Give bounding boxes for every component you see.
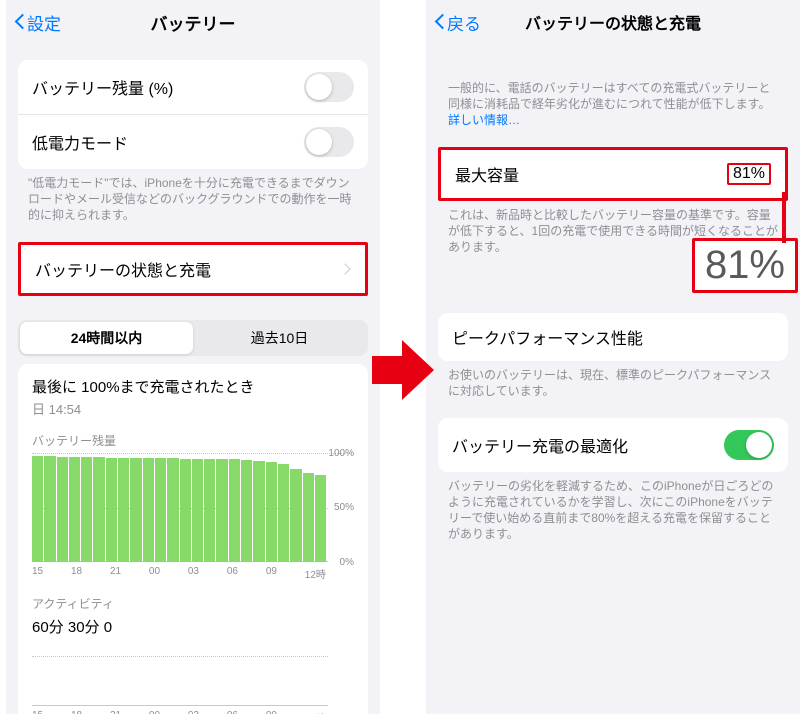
capacity-value: 81% [727, 163, 771, 185]
segment-10d[interactable]: 過去10日 [193, 322, 366, 354]
chevron-right-icon [343, 263, 351, 275]
row-label: 低電力モード [32, 130, 128, 154]
row-optimized-charging[interactable]: バッテリー充電の最適化 [438, 418, 788, 472]
chart-title-activity: アクティビティ [32, 595, 354, 612]
usage-card: 最後に 100%まで充電されたとき 日 14:54 バッテリー残量 100% 5… [18, 364, 368, 714]
ylabel: 0% [340, 557, 354, 568]
battery-health-screen: 戻る バッテリーの状態と充電 一般的に、電話のバッテリーはすべての充電式バッテリ… [426, 0, 800, 714]
battery-screen: 設定 バッテリー バッテリー残量 (%) 低電力モード "低電力モード"では、i… [6, 0, 380, 714]
intro-text: 一般的に、電話のバッテリーはすべての充電式バッテリーと同様に消耗品で経年劣化が進… [448, 80, 778, 129]
group-peak: ピークパフォーマンス性能 [438, 313, 788, 361]
back-button[interactable]: 戻る [434, 0, 481, 44]
chevron-left-icon [434, 13, 445, 31]
toggle-on-icon[interactable] [724, 430, 774, 460]
navbar: 戻る バッテリーの状態と充電 [426, 0, 800, 44]
ylabel: 100% [328, 448, 354, 459]
group-optimize: バッテリー充電の最適化 [438, 418, 788, 472]
row-battery-percent[interactable]: バッテリー残量 (%) [18, 60, 368, 114]
toggle-off-icon[interactable] [304, 127, 354, 157]
toggle-off-icon[interactable] [304, 72, 354, 102]
row-label: 最大容量 [455, 162, 519, 186]
row-label: バッテリーの状態と充電 [35, 257, 211, 281]
row-label: ピークパフォーマンス性能 [452, 325, 643, 349]
row-label: バッテリー充電の最適化 [452, 433, 628, 457]
chevron-left-icon [14, 13, 25, 31]
low-power-note: "低電力モード"では、iPhoneを十分に充電できるまでダウンロードやメール受信… [28, 175, 358, 224]
group-health-highlight: バッテリーの状態と充電 [18, 242, 368, 296]
last-charge-title: 最後に 100%まで充電されたとき [32, 376, 354, 397]
row-max-capacity: 最大容量 81% [441, 150, 785, 198]
xaxis: 1518210003060912時 [32, 566, 354, 581]
chart-title-battery: バッテリー残量 [32, 432, 354, 449]
group-basic: バッテリー残量 (%) 低電力モード [18, 60, 368, 169]
segment-24h[interactable]: 24時間以内 [20, 322, 193, 354]
back-label: 戻る [447, 10, 481, 35]
peak-note: お使いのバッテリーは、現在、標準のピークパフォーマンスに対応しています。 [448, 367, 778, 399]
overlay-capacity: 81% [692, 238, 798, 293]
page-title: バッテリーの状態と充電 [525, 10, 701, 34]
battery-level-chart: 100% 50% 0% [32, 453, 354, 562]
optimize-note: バッテリーの劣化を軽減するため、このiPhoneが日ごろどのように充電されている… [448, 478, 778, 543]
back-button[interactable]: 設定 [14, 0, 61, 44]
xaxis: 1518210003060912時 [32, 710, 354, 714]
navbar: 設定 バッテリー [6, 0, 380, 44]
row-low-power[interactable]: 低電力モード [18, 114, 368, 169]
group-capacity-highlight: 最大容量 81% [438, 147, 788, 201]
row-peak-performance: ピークパフォーマンス性能 [438, 313, 788, 361]
arrow-right-icon [372, 340, 434, 400]
ylabel: 50% [334, 502, 354, 513]
segmented-timerange[interactable]: 24時間以内 過去10日 [18, 320, 368, 356]
back-label: 設定 [27, 10, 61, 35]
row-label: バッテリー残量 (%) [32, 75, 173, 99]
last-charge-time: 日 14:54 [32, 399, 354, 418]
learn-more-link[interactable]: 詳しい情報… [448, 113, 520, 127]
row-battery-health[interactable]: バッテリーの状態と充電 [21, 245, 365, 293]
activity-chart: 60分 30分 0 [32, 616, 354, 706]
page-title: バッテリー [151, 10, 236, 35]
